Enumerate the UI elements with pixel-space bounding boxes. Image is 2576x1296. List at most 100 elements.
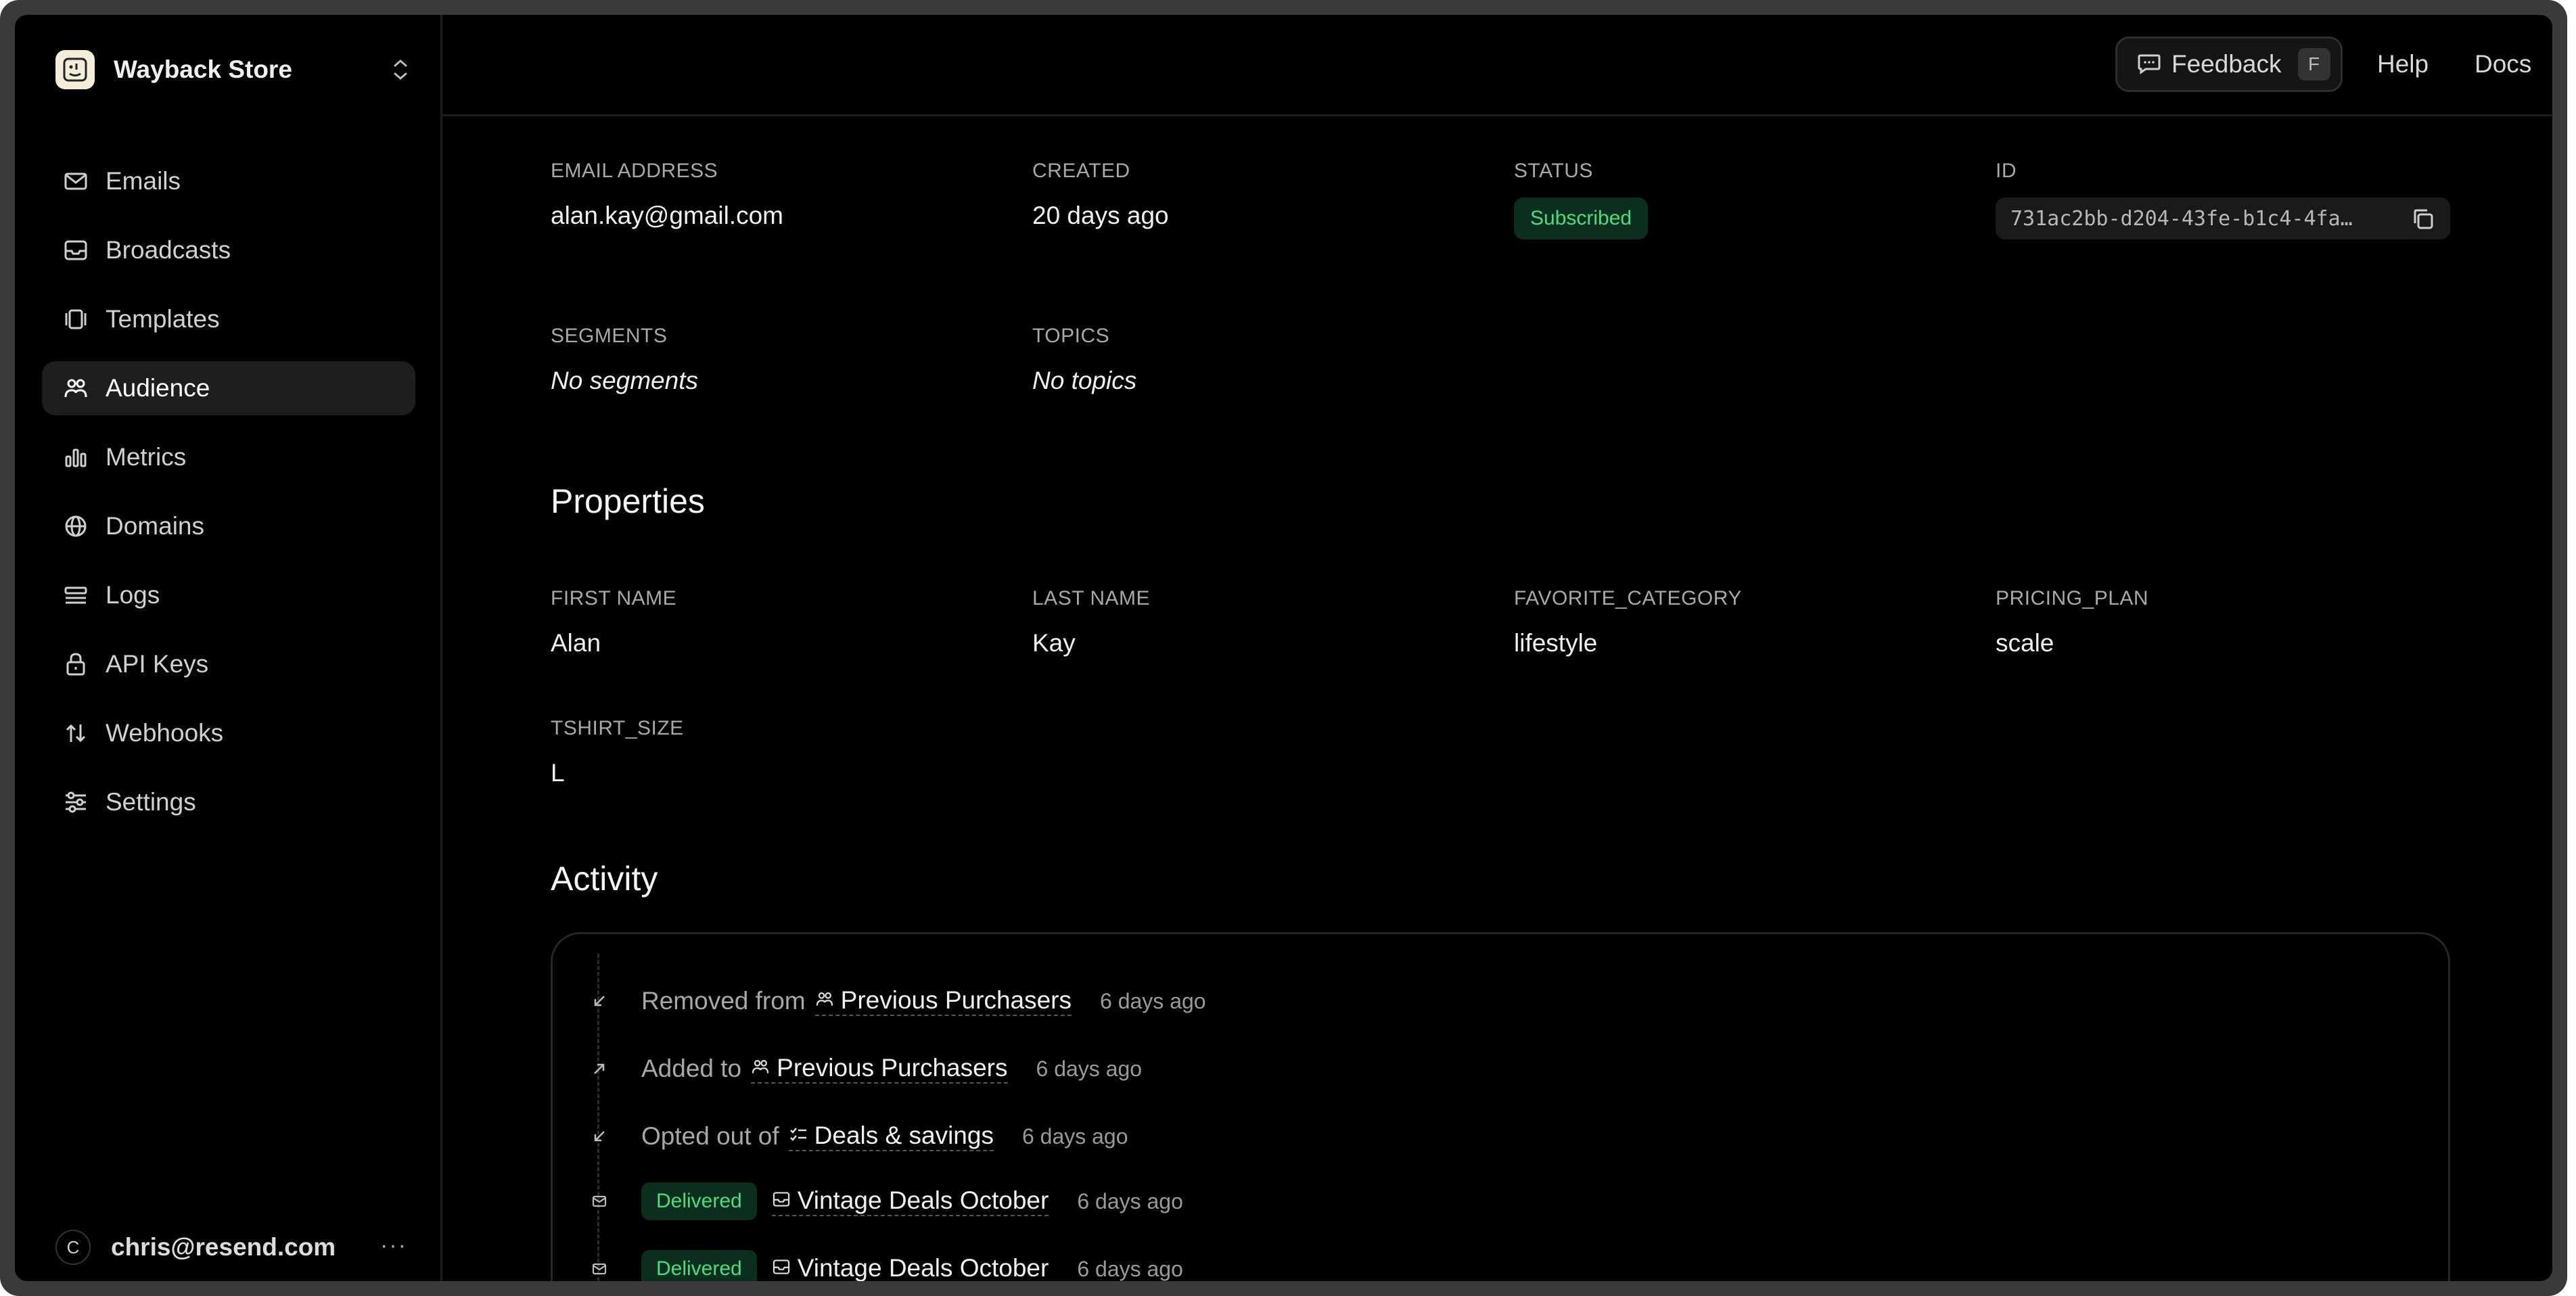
topics-value: No topics bbox=[1032, 367, 1137, 394]
favorite-category-label: FAVORITE_CATEGORY bbox=[1514, 587, 1742, 609]
first-name-value: Alan bbox=[551, 629, 601, 657]
delivered-badge: Delivered bbox=[641, 1250, 757, 1281]
activity-time: 6 days ago bbox=[1100, 988, 1206, 1013]
segment-link[interactable]: Previous Purchasers bbox=[751, 1054, 1008, 1084]
topic-name: Deals & savings bbox=[814, 1121, 994, 1149]
feedback-button[interactable]: Feedback F bbox=[2115, 37, 2343, 92]
id-value: 731ac2bb-d204-43fe-b1c4-4fa… bbox=[2010, 206, 2353, 231]
lock-icon bbox=[62, 651, 89, 678]
bar-chart-icon bbox=[62, 444, 89, 471]
tshirt-size-label: TSHIRT_SIZE bbox=[551, 717, 684, 739]
arrow-up-right-icon bbox=[590, 1059, 609, 1078]
broadcast-subject: Vintage Deals October bbox=[797, 1186, 1049, 1214]
message-icon bbox=[2136, 50, 2162, 79]
team-switcher[interactable]: Wayback Store bbox=[55, 46, 426, 93]
favorite-category-value: lifestyle bbox=[1514, 629, 1598, 657]
logs-icon bbox=[62, 582, 89, 609]
broadcast-link[interactable]: Vintage Deals October bbox=[771, 1186, 1049, 1216]
avatar: C bbox=[55, 1230, 91, 1265]
pricing-plan-label: PRICING_PLAN bbox=[1996, 587, 2149, 609]
broadcast-link[interactable]: Vintage Deals October bbox=[772, 1254, 1049, 1281]
broadcast-subject: Vintage Deals October bbox=[797, 1254, 1049, 1281]
topics-label: TOPICS bbox=[1032, 325, 1110, 347]
activity-time: 6 days ago bbox=[1036, 1056, 1143, 1081]
tshirt-size-value: L bbox=[551, 759, 565, 787]
segment-link[interactable]: Previous Purchasers bbox=[814, 986, 1072, 1016]
sidebar-item-label: Settings bbox=[106, 788, 196, 816]
users-icon bbox=[62, 375, 89, 402]
id-field: 731ac2bb-d204-43fe-b1c4-4fa… bbox=[1996, 198, 2450, 239]
sidebar-item-webhooks[interactable]: Webhooks bbox=[42, 706, 415, 760]
segment-name: Previous Purchasers bbox=[777, 1054, 1008, 1082]
activity-text: Opted out of bbox=[641, 1122, 779, 1150]
app-window: Wayback Store Emails Broadcasts Template… bbox=[0, 0, 2567, 1296]
inbox-icon bbox=[62, 237, 89, 264]
brand-logo-icon bbox=[55, 50, 95, 89]
id-label: ID bbox=[1996, 160, 2017, 182]
created-value: 20 days ago bbox=[1032, 202, 1169, 229]
app: Wayback Store Emails Broadcasts Template… bbox=[15, 15, 2552, 1281]
delivered-badge: Delivered bbox=[641, 1182, 757, 1220]
sidebar-item-templates[interactable]: Templates bbox=[42, 292, 415, 346]
sidebar-item-broadcasts[interactable]: Broadcasts bbox=[42, 223, 415, 277]
sidebar: Wayback Store Emails Broadcasts Template… bbox=[15, 15, 442, 1281]
chevron-up-down-icon[interactable] bbox=[388, 55, 413, 84]
last-name-label: LAST NAME bbox=[1032, 587, 1150, 609]
sidebar-item-settings[interactable]: Settings bbox=[42, 775, 415, 829]
top-bar: Feedback F Help Docs bbox=[442, 15, 2552, 116]
inbox-icon bbox=[772, 1186, 791, 1215]
mail-icon bbox=[62, 168, 89, 195]
created-label: CREATED bbox=[1032, 160, 1130, 182]
inbox-icon bbox=[772, 1254, 791, 1281]
arrow-down-left-icon bbox=[590, 1127, 609, 1146]
email-label: EMAIL ADDRESS bbox=[551, 160, 718, 182]
globe-icon bbox=[62, 513, 89, 540]
feedback-label: Feedback bbox=[2171, 50, 2282, 78]
sidebar-item-label: Emails bbox=[106, 167, 181, 195]
sidebar-item-label: Broadcasts bbox=[106, 236, 231, 264]
status-label: STATUS bbox=[1514, 160, 1593, 182]
segment-name: Previous Purchasers bbox=[840, 986, 1072, 1014]
screen: Wayback Store Emails Broadcasts Template… bbox=[0, 0, 2576, 1296]
keyboard-shortcut: F bbox=[2297, 48, 2330, 80]
brand-name: Wayback Store bbox=[114, 55, 292, 83]
list-checks-icon bbox=[789, 1121, 808, 1150]
activity-item: Delivered Vintage Deals October 6 days a… bbox=[590, 1180, 1183, 1223]
segments-value: No segments bbox=[551, 367, 698, 394]
sidebar-item-metrics[interactable]: Metrics bbox=[42, 430, 415, 484]
last-name-value: Kay bbox=[1032, 629, 1076, 657]
sidebar-item-label: Audience bbox=[106, 374, 210, 402]
activity-time: 6 days ago bbox=[1021, 1124, 1128, 1149]
arrow-down-left-icon bbox=[590, 992, 609, 1011]
user-email: chris@resend.com bbox=[111, 1233, 336, 1261]
activity-text: Removed from bbox=[641, 987, 806, 1015]
activity-item: Added to Previous Purchasers 6 days ago bbox=[590, 1047, 1142, 1090]
sidebar-item-label: Metrics bbox=[106, 443, 187, 471]
copy-icon[interactable] bbox=[2411, 207, 2435, 235]
sidebar-item-label: Webhooks bbox=[106, 719, 224, 747]
segments-label: SEGMENTS bbox=[551, 325, 668, 347]
user-menu[interactable]: C chris@resend.com ··· bbox=[55, 1227, 407, 1268]
activity-item: Opted out of Deals & savings 6 days ago bbox=[590, 1115, 1128, 1158]
templates-icon bbox=[62, 306, 89, 333]
sliders-icon bbox=[62, 789, 89, 816]
users-icon bbox=[751, 1054, 770, 1082]
sidebar-item-api-keys[interactable]: API Keys bbox=[42, 637, 415, 691]
properties-title: Properties bbox=[551, 482, 705, 520]
status-badge: Subscribed bbox=[1514, 198, 1649, 239]
more-options-icon[interactable]: ··· bbox=[380, 1232, 407, 1259]
activity-text: Added to bbox=[641, 1055, 742, 1082]
activity-item: Delivered Vintage Deals October 6 days a… bbox=[590, 1247, 1183, 1281]
sidebar-item-label: Logs bbox=[106, 581, 160, 609]
activity-time: 6 days ago bbox=[1077, 1188, 1183, 1213]
activity-title: Activity bbox=[551, 860, 658, 898]
sidebar-item-audience[interactable]: Audience bbox=[42, 361, 415, 415]
help-link[interactable]: Help bbox=[2377, 50, 2429, 78]
sidebar-item-emails[interactable]: Emails bbox=[42, 154, 415, 208]
sidebar-item-logs[interactable]: Logs bbox=[42, 568, 415, 622]
docs-link[interactable]: Docs bbox=[2475, 50, 2531, 78]
sidebar-item-domains[interactable]: Domains bbox=[42, 499, 415, 553]
topic-link[interactable]: Deals & savings bbox=[788, 1121, 994, 1151]
pricing-plan-value: scale bbox=[1996, 629, 2054, 657]
webhook-arrows-icon bbox=[62, 720, 89, 747]
